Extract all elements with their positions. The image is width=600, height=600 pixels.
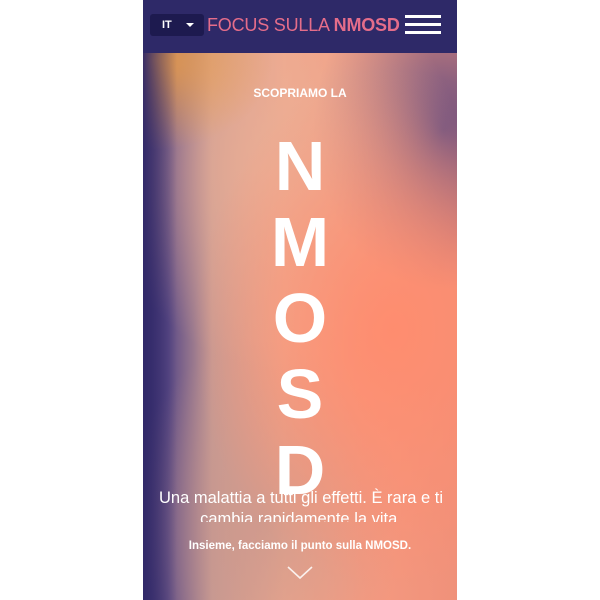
hero-title: N M O S D	[143, 128, 457, 508]
mobile-viewport: IT FOCUS SULLA NMOSD SCOPRIAMO LA N M O …	[143, 0, 457, 600]
menu-bar	[405, 23, 441, 26]
hero-title-letter: N	[274, 127, 326, 205]
menu-bar	[405, 15, 441, 18]
hero-tagline: Una malattia a tutti gli effetti. È rara…	[159, 489, 443, 522]
chevron-down-icon	[186, 23, 194, 27]
top-navigation-bar: IT FOCUS SULLA NMOSD	[143, 0, 457, 53]
brand-emphasis: NMOSD	[333, 15, 400, 35]
hamburger-menu-icon[interactable]	[405, 15, 441, 36]
hero-call-to-action: Insieme, facciamo il punto sulla NMOSD.	[188, 540, 412, 552]
hero-title-letter: O	[272, 279, 328, 357]
menu-bar	[405, 31, 441, 34]
site-logo[interactable]: FOCUS SULLA NMOSD	[207, 15, 400, 36]
language-label: IT	[162, 19, 172, 31]
hero-eyebrow: SCOPRIAMO LA	[253, 86, 347, 100]
hero-title-letter: M	[270, 203, 330, 281]
chevron-down-icon[interactable]	[287, 565, 313, 581]
language-selector[interactable]: IT	[150, 14, 204, 36]
brand-prefix: FOCUS SULLA	[207, 15, 334, 35]
hero-title-letter: S	[276, 355, 324, 433]
